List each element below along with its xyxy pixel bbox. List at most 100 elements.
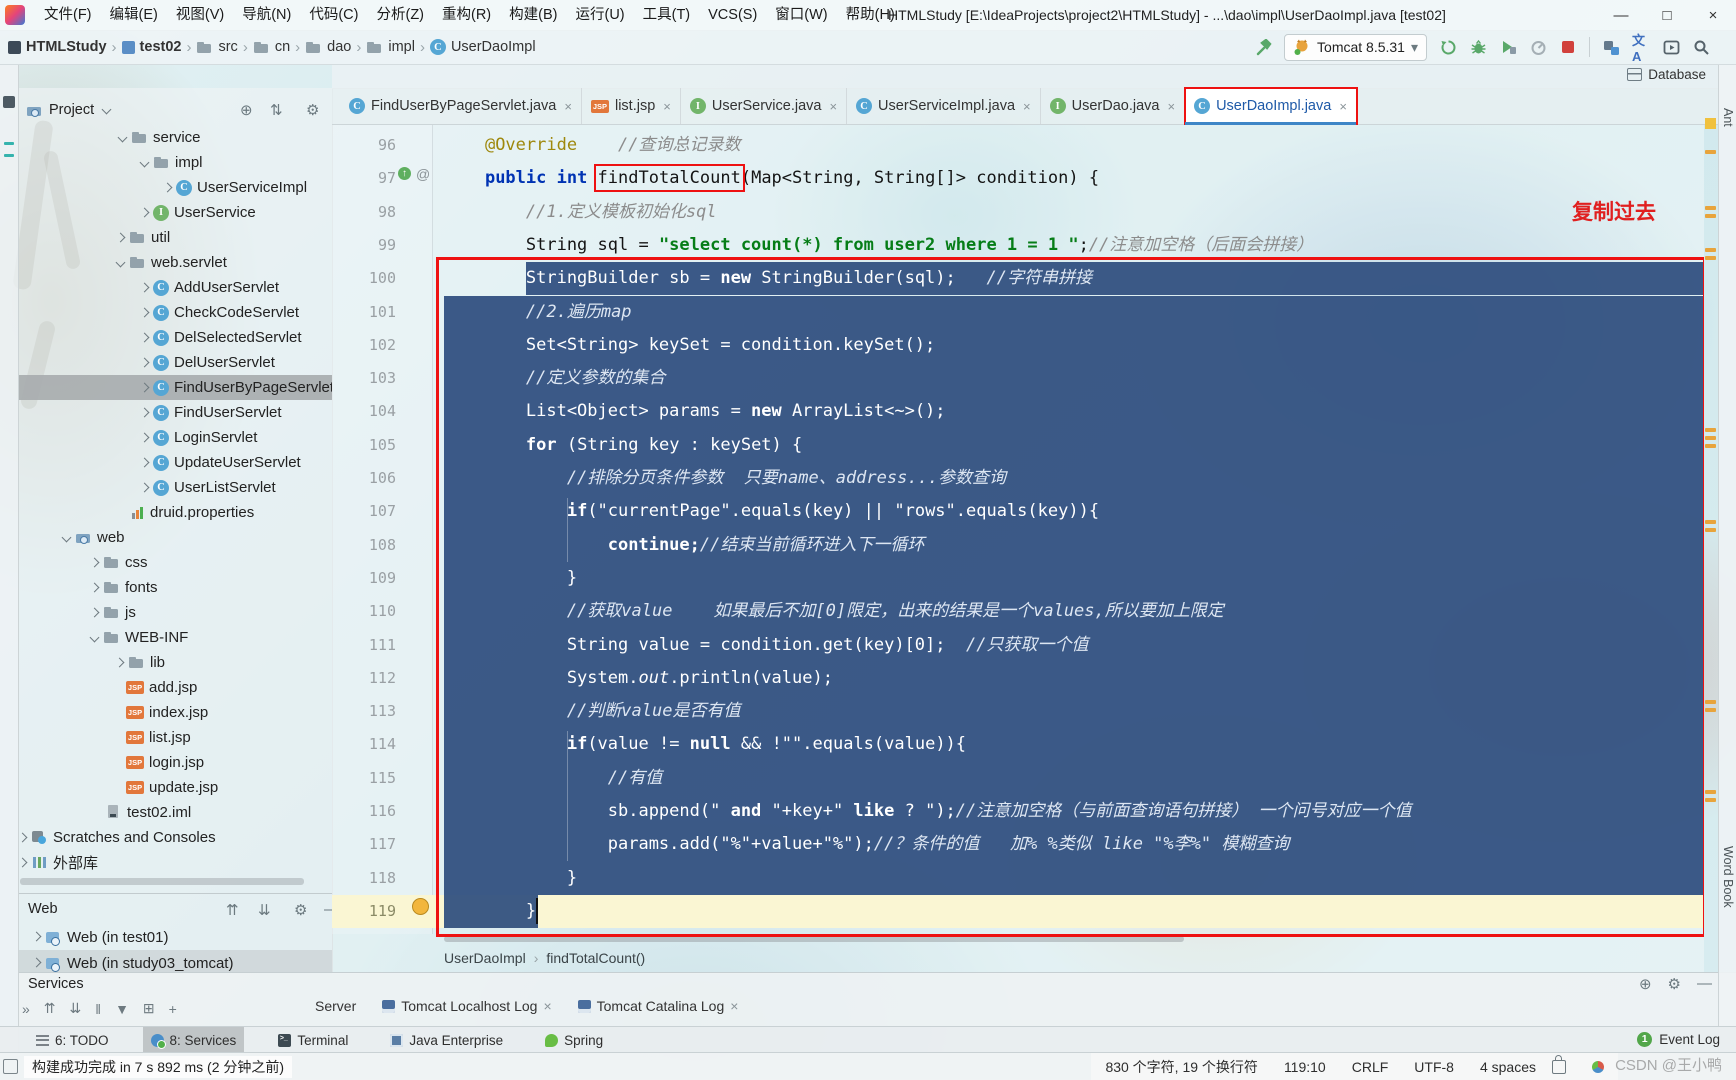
tree-item-userserviceimpl[interactable]: CUserServiceImpl	[18, 175, 332, 200]
chevron-right-icon[interactable]	[32, 933, 40, 941]
tree-item-web-servlet[interactable]: web.servlet	[18, 250, 332, 275]
editor-tab-active[interactable]: CUserDaoImpl.java×	[1185, 88, 1357, 124]
gutter-line-number[interactable]: 114	[340, 728, 396, 761]
chevron-down-icon[interactable]	[90, 634, 98, 642]
tree-item-test02-iml[interactable]: test02.iml	[18, 800, 332, 825]
tree-item-update-jsp[interactable]: JSPupdate.jsp	[18, 775, 332, 800]
minimize-button[interactable]: —	[1598, 0, 1644, 30]
tree-item-web-inf[interactable]: WEB-INF	[18, 625, 332, 650]
warning-stripe-mark[interactable]	[1705, 798, 1716, 802]
gutter-line-number[interactable]: 118	[340, 862, 396, 895]
code-line-98[interactable]: //1.定义模板初始化sql	[444, 196, 717, 229]
warning-stripe-mark[interactable]	[1705, 428, 1716, 432]
close-tab-icon[interactable]: ×	[564, 99, 572, 114]
chevron-down-icon[interactable]	[62, 534, 70, 542]
chevron-right-icon[interactable]	[140, 209, 148, 217]
gutter-line-number[interactable]: 119	[340, 895, 396, 928]
expand-all-icon[interactable]: ⇈	[44, 1000, 56, 1017]
warning-stripe-mark[interactable]	[1705, 528, 1716, 532]
tree-item-list-jsp[interactable]: JSPlist.jsp	[18, 725, 332, 750]
tree-item-delselectedservlet[interactable]: CDelSelectedServlet	[18, 325, 332, 350]
gutter-line-number[interactable]: 110	[340, 595, 396, 628]
collapse-all-icon[interactable]: ⇅	[270, 101, 283, 119]
gutter-line-number[interactable]: 113	[340, 695, 396, 728]
tool-window-button-services[interactable]: 8: Services	[143, 1027, 245, 1053]
breadcrumb-item[interactable]: cn	[253, 39, 290, 56]
implementing-method-icon[interactable]: ↑	[398, 167, 411, 180]
gear-icon[interactable]: ⚙	[1668, 975, 1681, 993]
menu-item[interactable]: 编辑(E)	[101, 7, 167, 23]
tree-item-checkcodeservlet[interactable]: CCheckCodeServlet	[18, 300, 332, 325]
horizontal-scrollbar[interactable]	[444, 936, 1184, 942]
tree-item--[interactable]: 外部库	[18, 850, 332, 875]
close-tab-icon[interactable]: ×	[663, 99, 671, 114]
ant-tool-button[interactable]: Ant	[1721, 108, 1735, 127]
chevrons-icon[interactable]: »	[22, 1001, 30, 1017]
code-line-107[interactable]: if("currentPage".equals(key) || "rows".e…	[444, 495, 1099, 528]
editor-tab[interactable]: CUserServiceImpl.java×	[847, 88, 1041, 124]
web-config-item[interactable]: Web (in study03_tomcat)	[18, 950, 332, 972]
chevron-right-icon[interactable]	[140, 434, 148, 442]
gutter-line-number[interactable]: 97	[340, 162, 396, 195]
menu-item[interactable]: 构建(B)	[500, 7, 566, 23]
code-line-114[interactable]: if(value != null && !"".equals(value)){	[444, 728, 966, 761]
tree-item-druid-properties[interactable]: druid.properties	[18, 500, 332, 525]
expand-all-icon[interactable]: ⇈	[226, 901, 239, 919]
code-line-108[interactable]: continue;//结束当前循环进入下一循环	[444, 529, 924, 562]
editor-breadcrumb-item[interactable]: UserDaoImpl	[444, 950, 526, 966]
editor-tab[interactable]: IUserService.java×	[681, 88, 847, 124]
chevron-right-icon[interactable]	[163, 184, 171, 192]
breadcrumb-item[interactable]: HTMLStudy	[8, 39, 107, 55]
chevron-right-icon[interactable]	[140, 334, 148, 342]
hide-panel-icon[interactable]: —	[1697, 975, 1712, 993]
code-line-105[interactable]: for (String key : keySet) {	[444, 429, 802, 462]
gutter-line-number[interactable]: 105	[340, 429, 396, 462]
tree-item-login-jsp[interactable]: JSPlogin.jsp	[18, 750, 332, 775]
gutter-line-number[interactable]: 99	[340, 229, 396, 262]
tree-item-adduserservlet[interactable]: CAddUserServlet	[18, 275, 332, 300]
warning-stripe-mark[interactable]	[1705, 214, 1716, 218]
tool-window-button-todo[interactable]: 6: TODO	[28, 1027, 117, 1053]
gear-icon[interactable]: ⚙	[306, 101, 319, 119]
service-log-tab[interactable]: Tomcat Localhost Log×	[382, 998, 551, 1014]
rerun-icon[interactable]	[1439, 38, 1457, 56]
gutter-line-number[interactable]: 100	[340, 262, 396, 295]
breadcrumb-item[interactable]: src	[196, 39, 237, 56]
tree-item-userservice[interactable]: IUserService	[18, 200, 332, 225]
gutter-line-number[interactable]: 102	[340, 329, 396, 362]
breadcrumb-item[interactable]: test02	[122, 39, 182, 55]
chevron-right-icon[interactable]	[115, 659, 123, 667]
gutter-line-number[interactable]: 101	[340, 296, 396, 329]
intention-bulb-icon[interactable]	[412, 898, 429, 915]
gutter-line-number[interactable]: 104	[340, 395, 396, 428]
gutter-line-number[interactable]: 117	[340, 828, 396, 861]
tree-item-js[interactable]: js	[18, 600, 332, 625]
maximize-button[interactable]: □	[1644, 0, 1690, 30]
pin-icon[interactable]: +	[169, 1001, 177, 1017]
menu-item[interactable]: 导航(N)	[233, 7, 300, 23]
gutter-line-number[interactable]: 116	[340, 795, 396, 828]
breadcrumb-item[interactable]: impl	[366, 39, 415, 56]
editor-breadcrumb-item[interactable]: findTotalCount()	[546, 950, 645, 966]
code-line-110[interactable]: //获取value 如果最后不加[0]限定，出来的结果是一个values,所以要…	[444, 595, 1224, 628]
close-tab-icon[interactable]: ×	[730, 998, 738, 1014]
chevron-right-icon[interactable]	[140, 309, 148, 317]
gutter-line-number[interactable]: 107	[340, 495, 396, 528]
chevron-right-icon[interactable]	[32, 959, 40, 967]
gutter-line-number[interactable]: 98	[340, 196, 396, 229]
warning-stripe-mark[interactable]	[1705, 444, 1716, 448]
warning-stripe-mark[interactable]	[1705, 248, 1716, 252]
add-service-icon[interactable]: ⊞	[143, 1000, 155, 1017]
tool-window-button-terminal[interactable]: Terminal	[270, 1027, 356, 1053]
gutter-line-number[interactable]: 106	[340, 462, 396, 495]
event-log-button[interactable]: 1 Event Log	[1637, 1026, 1720, 1052]
tree-item-css[interactable]: css	[18, 550, 332, 575]
chevron-right-icon[interactable]	[18, 834, 26, 842]
chevron-right-icon[interactable]	[116, 234, 124, 242]
chevron-right-icon[interactable]	[140, 484, 148, 492]
close-tab-icon[interactable]: ×	[1167, 99, 1175, 114]
close-tab-icon[interactable]: ×	[543, 998, 551, 1014]
gutter-line-number[interactable]: 112	[340, 662, 396, 695]
tree-item-userlistservlet[interactable]: CUserListServlet	[18, 475, 332, 500]
chevron-right-icon[interactable]	[90, 609, 98, 617]
